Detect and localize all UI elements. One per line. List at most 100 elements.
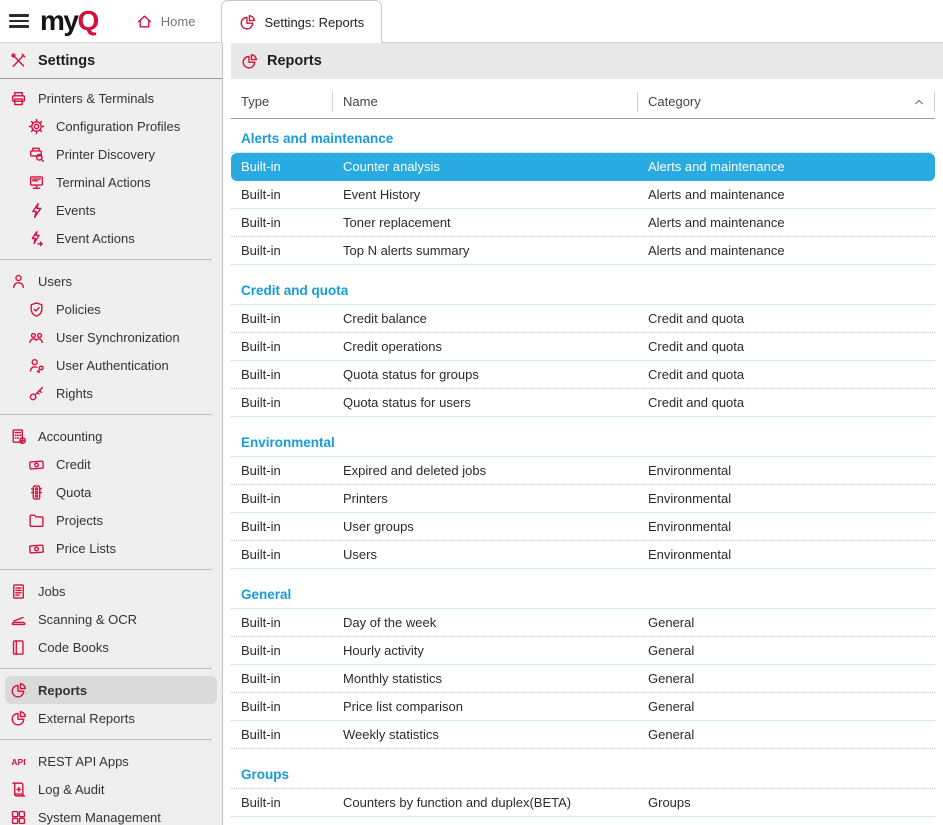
table-row-quota-status-for-groups[interactable]: Built-inQuota status for groupsCredit an… [231, 361, 935, 389]
sidebar-item-user-synchronization[interactable]: User Synchronization [5, 323, 217, 351]
table-row-top-n-alerts-summary[interactable]: Built-inTop N alerts summaryAlerts and m… [231, 237, 935, 265]
sidebar-item-rest-api-apps[interactable]: APIREST API Apps [5, 747, 217, 775]
table-row-credit-balance[interactable]: Built-inCredit balanceCredit and quota [231, 305, 935, 333]
cell-category: Credit and quota [638, 311, 935, 326]
printer-icon [10, 90, 27, 107]
sidebar-item-event-actions[interactable]: Event Actions [5, 224, 217, 252]
cell-type: Built-in [231, 187, 333, 202]
cell-name: Quota status for users [333, 395, 638, 410]
cell-category: Credit and quota [638, 367, 935, 382]
table-row-monthly-statistics[interactable]: Built-inMonthly statisticsGeneral [231, 665, 935, 693]
cell-name: Monthly statistics [333, 671, 638, 686]
sidebar-item-user-authentication[interactable]: User Authentication [5, 351, 217, 379]
sidebar-item-jobs[interactable]: Jobs [5, 577, 217, 605]
sidebar-item-scanning-and-ocr[interactable]: Scanning & OCR [5, 605, 217, 633]
table-row-counter-analysis[interactable]: Built-inCounter analysisAlerts and maint… [231, 153, 935, 181]
sidebar-item-log-and-audit[interactable]: Log & Audit [5, 775, 217, 803]
myq-logo: myQ [40, 7, 98, 35]
cell-name: Event History [333, 187, 638, 202]
sidebar-item-events[interactable]: Events [5, 196, 217, 224]
sidebar-item-code-books[interactable]: Code Books [5, 633, 217, 661]
tab-settings-reports[interactable]: Settings: Reports [221, 0, 382, 43]
tab-home-label: Home [161, 14, 196, 29]
table-row-quota-status-for-users[interactable]: Built-inQuota status for usersCredit and… [231, 389, 935, 417]
table-row-weekly-statistics[interactable]: Built-inWeekly statisticsGeneral [231, 721, 935, 749]
sidebar-item-label: External Reports [38, 711, 135, 726]
sidebar-item-label: Events [56, 203, 96, 218]
table-row-printers[interactable]: Built-inPrintersEnvironmental [231, 485, 935, 513]
cell-name: Printers [333, 491, 638, 506]
shield-check-icon [28, 301, 45, 318]
sidebar-item-label: Quota [56, 485, 91, 500]
sidebar-item-label: Scanning & OCR [38, 612, 137, 627]
cell-name: Counter analysis [333, 159, 638, 174]
sidebar-item-external-reports[interactable]: External Reports [5, 704, 217, 732]
page-layout: Settings Printers & TerminalsConfigurati… [0, 43, 943, 825]
group-header: Groups [231, 763, 935, 789]
table-row-user-groups[interactable]: Built-inUser groupsEnvironmental [231, 513, 935, 541]
table-row-day-of-the-week[interactable]: Built-inDay of the weekGeneral [231, 609, 935, 637]
cell-name: Top N alerts summary [333, 243, 638, 258]
traffic-light-icon [28, 484, 45, 501]
column-header-category[interactable]: Category [638, 94, 934, 109]
cell-name: Expired and deleted jobs [333, 463, 638, 478]
tools-icon [10, 52, 27, 69]
cell-category: Environmental [638, 463, 935, 478]
cell-name: Price list comparison [333, 699, 638, 714]
sidebar-item-printers-and-terminals[interactable]: Printers & Terminals [5, 84, 217, 112]
cell-category: General [638, 615, 935, 630]
chevron-up-icon [912, 95, 926, 109]
user-icon [10, 273, 27, 290]
cell-category: Environmental [638, 491, 935, 506]
table-row-expired-and-deleted-jobs[interactable]: Built-inExpired and deleted jobsEnvironm… [231, 457, 935, 485]
document-icon [10, 583, 27, 600]
tab-home[interactable]: Home [122, 0, 210, 42]
pie-chart-icon [10, 710, 27, 727]
sidebar-item-label: Projects [56, 513, 103, 528]
sidebar-item-quota[interactable]: Quota [5, 478, 217, 506]
column-header-type[interactable]: Type [231, 94, 332, 109]
sidebar-item-terminal-actions[interactable]: Terminal Actions [5, 168, 217, 196]
sidebar-item-configuration-profiles[interactable]: Configuration Profiles [5, 112, 217, 140]
column-header-label: Category [648, 94, 701, 109]
table-row-price-list-comparison[interactable]: Built-inPrice list comparisonGeneral [231, 693, 935, 721]
logo-text-q: Q [77, 5, 97, 36]
sidebar-item-system-management[interactable]: System Management [5, 803, 217, 825]
lightning-icon [28, 202, 45, 219]
sidebar-item-users[interactable]: Users [5, 267, 217, 295]
table-row-counters-by-function-and-duplex-beta[interactable]: Built-inCounters by function and duplex(… [231, 789, 935, 817]
sidebar-separator [0, 739, 212, 740]
sidebar-item-price-lists[interactable]: Price Lists [5, 534, 217, 562]
top-bar: myQ Home Settings: Reports [0, 0, 943, 43]
pie-chart-icon [10, 682, 27, 699]
column-header-name[interactable]: Name [333, 94, 637, 109]
report-group-alerts-and-maintenance: Alerts and maintenanceBuilt-inCounter an… [231, 127, 935, 265]
table-row-hourly-activity[interactable]: Built-inHourly activityGeneral [231, 637, 935, 665]
cell-name: Day of the week [333, 615, 638, 630]
sidebar-item-credit[interactable]: Credit [5, 450, 217, 478]
sidebar-item-projects[interactable]: Projects [5, 506, 217, 534]
cell-type: Built-in [231, 547, 333, 562]
cell-name: Credit balance [333, 311, 638, 326]
cell-category: Credit and quota [638, 339, 935, 354]
cell-category: General [638, 727, 935, 742]
sidebar-item-label: Credit [56, 457, 91, 472]
sidebar-item-label: System Management [38, 810, 161, 825]
banknote-icon [28, 540, 45, 557]
sidebar-item-rights[interactable]: Rights [5, 379, 217, 407]
table-row-event-history[interactable]: Built-inEvent HistoryAlerts and maintena… [231, 181, 935, 209]
table-row-credit-operations[interactable]: Built-inCredit operationsCredit and quot… [231, 333, 935, 361]
table-row-toner-replacement[interactable]: Built-inToner replacementAlerts and main… [231, 209, 935, 237]
sidebar-item-reports[interactable]: Reports [5, 676, 217, 704]
sidebar-title: Settings [38, 53, 95, 69]
scroll-icon [10, 781, 27, 798]
pie-chart-icon [239, 14, 256, 31]
hamburger-menu-icon[interactable] [9, 11, 29, 30]
sidebar-item-label: Code Books [38, 640, 109, 655]
table-row-users[interactable]: Built-inUsersEnvironmental [231, 541, 935, 569]
sidebar-item-policies[interactable]: Policies [5, 295, 217, 323]
sidebar-item-printer-discovery[interactable]: Printer Discovery [5, 140, 217, 168]
sidebar-item-accounting[interactable]: Accounting [5, 422, 217, 450]
sidebar-item-label: Rights [56, 386, 93, 401]
cell-name: Counters by function and duplex(BETA) [333, 795, 638, 810]
